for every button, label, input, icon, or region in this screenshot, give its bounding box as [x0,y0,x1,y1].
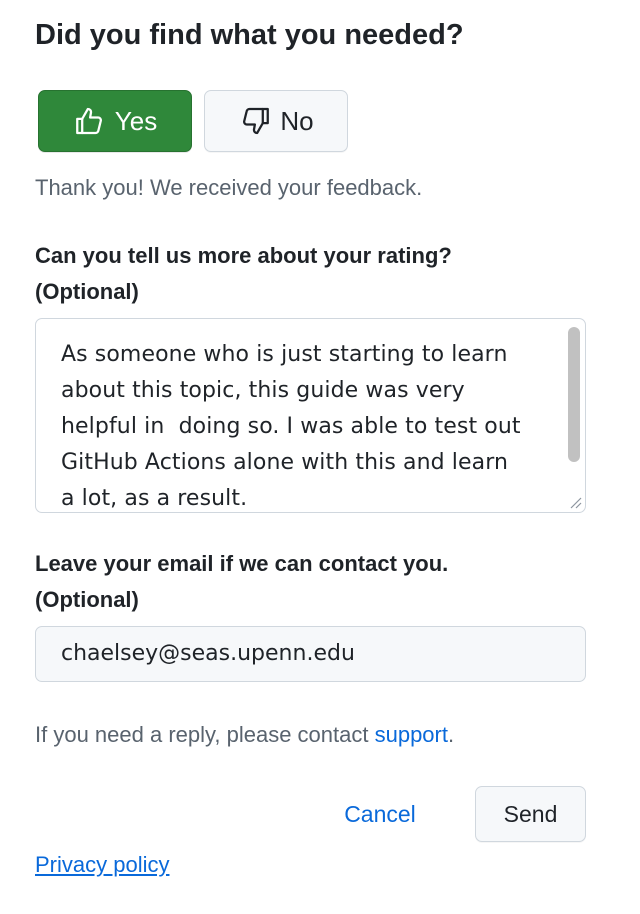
resize-grip-icon[interactable] [568,495,582,509]
thanks-message: Thank you! We received your feedback. [35,175,423,200]
privacy-policy-link[interactable]: Privacy policy [35,850,169,880]
yes-button[interactable]: Yes [38,90,192,152]
feedback-title: Did you find what you needed? [35,19,464,51]
send-button[interactable]: Send [475,786,586,842]
reply-note-text: If you need a reply, please contact [35,722,375,747]
no-button[interactable]: No [204,90,348,152]
rating-textarea-text: As someone who is just starting to learn… [61,342,521,511]
email-label-optional: (Optional) [35,587,139,612]
reply-note-period: . [447,722,455,747]
yes-label: Yes [114,105,158,136]
textarea-scrollbar[interactable] [565,323,581,508]
rating-label-optional: (Optional) [35,279,139,304]
rating-textarea[interactable]: As someone who is just starting to learn… [35,318,586,513]
rating-label-main: Can you tell us more about your rating? [35,243,452,268]
thumbs-up-icon [73,104,107,138]
email-label-main: Leave your email if we can contact you. [35,551,449,576]
no-label: No [280,105,314,136]
email-label: Leave your email if we can contact you. … [35,546,448,618]
email-input[interactable]: chaelsey@seas.upenn.edu [35,626,586,682]
support-link[interactable]: support [375,722,448,747]
textarea-scrollbar-thumb[interactable] [568,327,580,462]
rating-label: Can you tell us more about your rating? … [35,238,452,310]
reply-note: If you need a reply, please contact supp… [35,720,454,750]
cancel-button[interactable]: Cancel [325,786,435,842]
vote-buttons: Yes No [35,90,435,154]
thumbs-down-icon [238,104,272,138]
